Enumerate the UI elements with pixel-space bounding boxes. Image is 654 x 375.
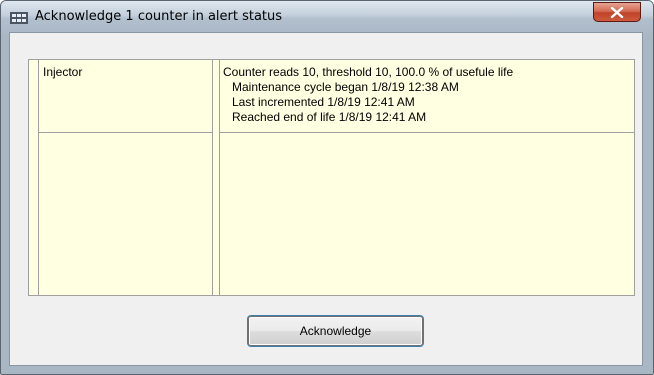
counter-details-cell[interactable]: Counter reads 10, threshold 10, 100.0 % … (220, 60, 635, 132)
empty-row-left (39, 133, 212, 295)
last-incremented-line: Last incremented 1/8/19 12:41 AM (232, 95, 415, 109)
acknowledge-button[interactable]: Acknowledge (248, 316, 423, 346)
counter-alert-grid: Injector Counter reads 10, threshold 10,… (28, 59, 635, 296)
counter-name-cell: Injector (43, 65, 83, 79)
table-row[interactable]: Injector (39, 60, 212, 132)
counter-status-line: Counter reads 10, threshold 10, 100.0 % … (223, 65, 514, 79)
maintenance-cycle-line: Maintenance cycle began 1/8/19 12:38 AM (232, 80, 459, 94)
close-icon (610, 7, 624, 18)
close-button[interactable] (593, 2, 641, 22)
empty-row-right (220, 133, 635, 295)
window-title: Acknowledge 1 counter in alert status (35, 9, 283, 24)
title-bar[interactable]: Acknowledge 1 counter in alert status (1, 1, 653, 33)
end-of-life-line: Reached end of life 1/8/19 12:41 AM (232, 110, 427, 124)
grid-column-divider (212, 60, 213, 295)
app-icon (10, 11, 28, 24)
